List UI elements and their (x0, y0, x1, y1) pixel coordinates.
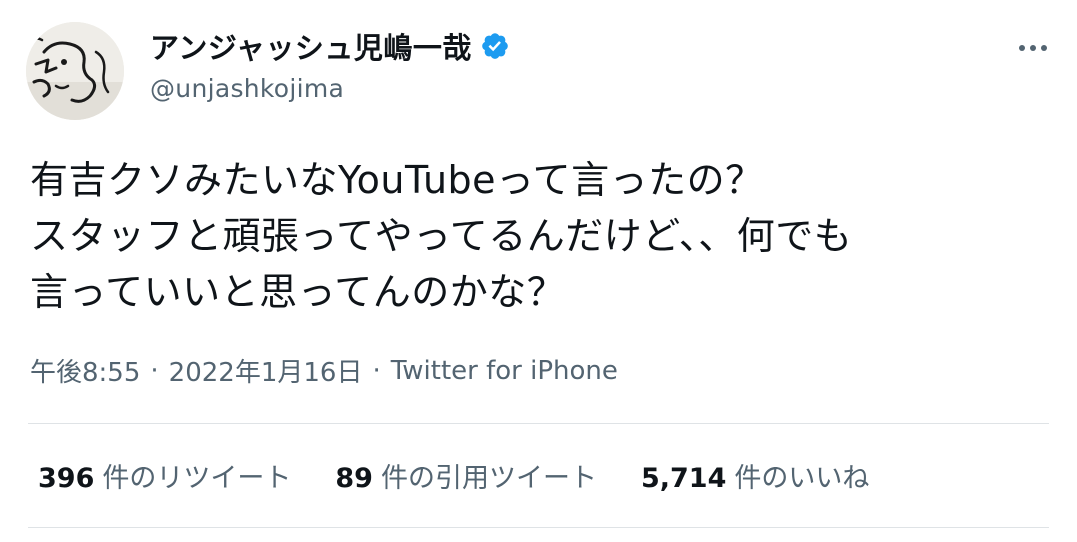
sketch-face-avatar-icon (26, 22, 124, 120)
retweets-count: 396 (38, 463, 95, 494)
likes-stat[interactable]: 5,714 件のいいね (641, 456, 869, 495)
likes-label: 件のいいね (734, 463, 870, 494)
divider (28, 527, 1049, 528)
display-name[interactable]: アンジャッシュ児嶋一哉 (150, 25, 472, 67)
tweet-text-line: 言っていいと思ってんのかな？ (30, 270, 566, 314)
quotes-stat[interactable]: 89 件の引用ツイート (335, 456, 597, 495)
likes-count: 5,714 (640, 463, 727, 494)
tweet-text-line: スタッフと頑張ってやってるんだけど、、何でも (30, 214, 853, 258)
avatar[interactable] (26, 22, 124, 120)
tweet-date-link[interactable]: 2022年1月16日 (169, 352, 363, 389)
verified-badge-icon (480, 31, 510, 61)
tweet-text-line: 有吉クソみたいなYouTubeって言ったの？ (30, 158, 764, 202)
more-dots-icon (1019, 45, 1047, 51)
tweet-stats: 396 件のリツイート 89 件の引用ツイート 5,714 件のいいね (38, 456, 913, 495)
user-info: アンジャッシュ児嶋一哉 @unjashkojima (150, 26, 510, 103)
quotes-count: 89 (335, 463, 373, 494)
display-name-row: アンジャッシュ児嶋一哉 (150, 26, 510, 66)
meta-separator: · (372, 355, 381, 386)
divider (28, 423, 1049, 424)
meta-separator: · (150, 355, 159, 386)
tweet-time-link[interactable]: 午後8:55 (30, 352, 140, 389)
quotes-label: 件の引用ツイート (380, 463, 597, 494)
tweet-text: 有吉クソみたいなYouTubeって言ったの？ スタッフと頑張ってやってるんだけど… (30, 152, 1060, 320)
more-options-button[interactable] (1011, 30, 1055, 66)
retweets-label: 件のリツイート (102, 463, 292, 494)
username[interactable]: @unjashkojima (150, 74, 510, 103)
retweets-stat[interactable]: 396 件のリツイート (38, 456, 291, 495)
tweet-metadata: 午後8:55 · 2022年1月16日 · Twitter for iPhone (30, 352, 618, 389)
tweet-source-link[interactable]: Twitter for iPhone (391, 356, 618, 386)
tweet-card: アンジャッシュ児嶋一哉 @unjashkojima 有吉クソみたいなYouTub… (0, 0, 1077, 542)
